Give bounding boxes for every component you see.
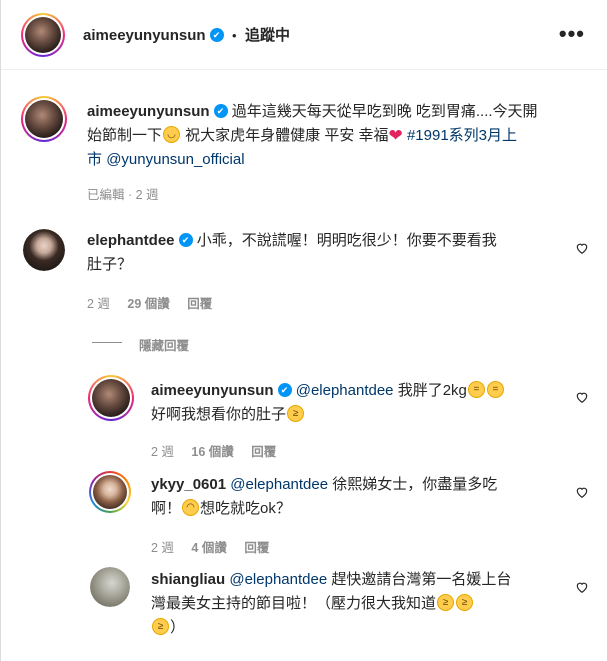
more-horizontal-icon[interactable]: ••• — [559, 23, 585, 45]
reply-username[interactable]: aimeeyunyunsun — [151, 382, 274, 399]
hashtag-link[interactable]: #1991系列3月上 — [407, 127, 517, 144]
like-heart-icon[interactable] — [575, 241, 589, 255]
expressionless-emoji-icon: = — [486, 380, 504, 398]
avatar-photo — [25, 100, 63, 138]
reply-line2: 灣最美女主持的節目啦！（壓力很大我知道 — [151, 595, 437, 612]
verified-badge-icon: ✔ — [213, 104, 228, 119]
mention-link[interactable]: @elephantdee — [229, 571, 327, 588]
red-heart-emoji-icon: ❤ — [388, 126, 403, 146]
reply-meta: 2 週 16 個讚 回覆 — [151, 441, 290, 460]
header-separator: • — [232, 28, 237, 43]
reply-line1: 我胖了2kg — [393, 382, 467, 399]
verified-badge-icon: ✔ — [209, 27, 224, 42]
comment-text: elephantdee ✔ 小乖，不說謊喔！明明吃很少！你要不要看我 肚子？ — [87, 229, 557, 277]
caption-line2b: 祝大家虎年身體健康 平安 幸福 — [181, 127, 389, 144]
mention-link[interactable]: @elephantdee — [230, 476, 328, 493]
caption-meta: 已編輯 · 2 週 — [87, 184, 173, 203]
reply-avatar[interactable] — [88, 375, 134, 421]
reply-button[interactable]: 回覆 — [251, 445, 276, 459]
reply-likes[interactable]: 4 個讚 — [191, 541, 226, 555]
reply-line3: ） — [170, 619, 186, 636]
laughing-emoji-icon: ≥ — [287, 404, 305, 422]
hashtag-link-end[interactable]: 市 — [87, 151, 102, 168]
reply-line2b: 想吃就吃ok？ — [200, 500, 291, 517]
comment-time: 2 週 — [87, 297, 110, 311]
reply-text: aimeeyunyunsun ✔ @elephantdee 我胖了2kg = = 好啊… — [151, 379, 571, 427]
mention-link[interactable]: @yunyunsun_official — [106, 151, 244, 168]
caption-line2a: 始節制一下 — [87, 127, 163, 144]
reply-avatar[interactable] — [90, 567, 130, 607]
expressionless-emoji-icon: = — [467, 380, 485, 398]
header-user: aimeeyunyunsun ✔ • 追蹤中 — [83, 24, 290, 45]
comment-line2: 肚子？ — [87, 256, 133, 273]
reply-time: 2 週 — [151, 541, 174, 555]
edited-time: 已編輯 · 2 週 — [87, 188, 159, 202]
caption-avatar[interactable] — [21, 96, 67, 142]
verified-badge-icon: ✔ — [178, 233, 193, 248]
header-username[interactable]: aimeeyunyunsun — [83, 27, 206, 44]
reply-likes[interactable]: 16 個讚 — [191, 445, 233, 459]
header-avatar[interactable] — [21, 13, 65, 57]
verified-badge-icon: ✔ — [277, 383, 292, 398]
avatar-photo — [93, 475, 127, 509]
caption-username[interactable]: aimeeyunyunsun — [87, 103, 210, 120]
like-heart-icon[interactable] — [575, 580, 589, 594]
comment-meta: 2 週 29 個讚 回覆 — [87, 293, 226, 312]
hide-replies-label: 隱藏回覆 — [139, 339, 190, 353]
rofl-emoji-icon: ≥ — [437, 593, 455, 611]
grin-emoji-icon: ◠ — [182, 498, 200, 516]
reply-username[interactable]: shiangliau — [151, 571, 225, 588]
mention-link[interactable]: @elephantdee — [296, 382, 394, 399]
comment-username[interactable]: elephantdee — [87, 232, 175, 249]
reply-avatar[interactable] — [89, 471, 131, 513]
like-heart-icon[interactable] — [575, 485, 589, 499]
rofl-emoji-icon: ≥ — [456, 593, 474, 611]
reply-button[interactable]: 回覆 — [244, 541, 269, 555]
avatar-photo — [90, 567, 130, 607]
smile-emoji-icon: ◡ — [163, 125, 181, 143]
comment-avatar[interactable] — [23, 229, 65, 271]
rofl-emoji-icon: ≥ — [152, 617, 169, 635]
comment-likes[interactable]: 29 個讚 — [127, 297, 169, 311]
avatar-photo — [23, 229, 65, 271]
reply-line1: 趕快邀請台灣第一名媛上台 — [327, 571, 512, 588]
like-heart-icon[interactable] — [575, 390, 589, 404]
reply-time: 2 週 — [151, 445, 174, 459]
reply-text: shiangliau @elephantdee 趕快邀請台灣第一名媛上台 灣最美… — [151, 568, 571, 640]
reply-meta: 2 週 4 個讚 回覆 — [151, 537, 283, 556]
hide-replies-button[interactable]: 隱藏回覆 — [139, 335, 203, 354]
reply-text: ykyy_0601 @elephantdee 徐熙娣女士，你盡量多吃 啊！ ◠ 想吃… — [151, 473, 571, 521]
reply-line2: 好啊我想看你的肚子 — [151, 406, 287, 423]
reply-username[interactable]: ykyy_0601 — [151, 476, 226, 493]
post-header: aimeeyunyunsun ✔ • 追蹤中 ••• — [1, 0, 607, 70]
reply-button[interactable]: 回覆 — [187, 297, 212, 311]
caption-line1: 過年這幾天每天從早吃到晚 吃到胃痛....今天開 — [231, 103, 538, 120]
avatar-photo — [92, 379, 130, 417]
caption-text: aimeeyunyunsun ✔ 過年這幾天每天從早吃到晚 吃到胃痛....今天開… — [87, 100, 592, 172]
follow-status-button[interactable]: 追蹤中 — [245, 27, 290, 44]
reply-line1: 徐熙娣女士，你盡量多吃 — [328, 476, 498, 493]
comment-line1: 小乖，不說謊喔！明明吃很少！你要不要看我 — [196, 232, 497, 249]
reply-line2a: 啊！ — [151, 500, 182, 517]
hide-replies-line — [92, 342, 122, 343]
avatar-photo — [25, 17, 61, 53]
